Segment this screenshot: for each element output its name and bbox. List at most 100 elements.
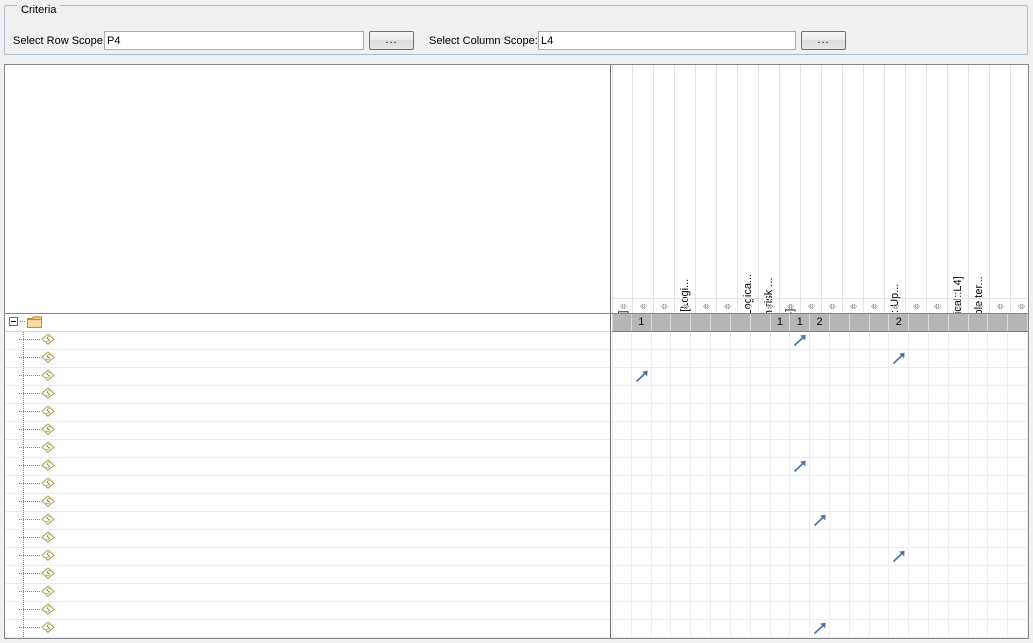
matrix-cell[interactable] [909, 512, 929, 529]
matrix-cell[interactable] [870, 566, 890, 583]
matrix-cell[interactable] [731, 422, 751, 439]
column-direction-arrows-icon[interactable] [738, 298, 759, 313]
matrix-cell[interactable] [810, 350, 830, 367]
column-direction-arrows-icon[interactable] [717, 298, 738, 313]
matrix-cell[interactable] [810, 368, 830, 385]
matrix-cell[interactable] [949, 602, 969, 619]
matrix-cell-relation[interactable] [810, 620, 830, 637]
matrix-cell[interactable] [850, 584, 870, 601]
matrix-cell[interactable] [751, 386, 771, 403]
matrix-cell[interactable] [790, 566, 810, 583]
matrix-cell[interactable] [790, 494, 810, 511]
matrix-cell[interactable] [691, 386, 711, 403]
matrix-cell[interactable] [929, 350, 949, 367]
matrix-cell-relation[interactable] [810, 512, 830, 529]
column-direction-arrows-icon[interactable] [990, 298, 1011, 313]
matrix-cell[interactable] [790, 422, 810, 439]
matrix-cell[interactable] [909, 476, 929, 493]
matrix-cell[interactable] [612, 404, 632, 421]
matrix-cell[interactable] [751, 566, 771, 583]
matrix-cell[interactable] [771, 512, 791, 529]
matrix-cell[interactable] [652, 476, 672, 493]
matrix-cell[interactable] [751, 494, 771, 511]
matrix-cell[interactable] [671, 332, 691, 349]
matrix-cell[interactable] [790, 386, 810, 403]
matrix-cell-relation[interactable] [790, 458, 810, 475]
matrix-cell[interactable] [771, 458, 791, 475]
matrix-cell[interactable] [830, 404, 850, 421]
matrix-cell[interactable] [850, 566, 870, 583]
matrix-cell[interactable] [751, 548, 771, 565]
matrix-cell[interactable] [889, 602, 909, 619]
matrix-cell[interactable] [652, 440, 672, 457]
matrix-cell[interactable] [830, 368, 850, 385]
matrix-cell[interactable] [850, 332, 870, 349]
matrix-column-header[interactable]: Provide Medical Assistance [Logical::L4] [780, 65, 801, 313]
matrix-cell[interactable] [850, 368, 870, 385]
matrix-cell[interactable] [731, 548, 751, 565]
matrix-cell[interactable] [949, 494, 969, 511]
column-direction-arrows-icon[interactable] [654, 298, 675, 313]
matrix-cell[interactable] [909, 566, 929, 583]
matrix-column-header[interactable]: Solve incidents in all areas of inhospit… [969, 65, 990, 313]
matrix-cell[interactable] [691, 584, 711, 601]
matrix-cell[interactable] [870, 332, 890, 349]
column-direction-arrows-icon[interactable] [675, 298, 696, 313]
matrix-cell[interactable] [790, 530, 810, 547]
matrix-cell[interactable] [691, 350, 711, 367]
matrix-cell[interactable] [850, 476, 870, 493]
matrix-cell[interactable] [711, 332, 731, 349]
matrix-cell[interactable] [1008, 386, 1028, 403]
matrix-cell[interactable] [969, 566, 989, 583]
matrix-cell[interactable] [691, 332, 711, 349]
matrix-column-header[interactable]: Solve incident involving chemicals [Logi… [948, 65, 969, 313]
matrix-cell[interactable] [929, 386, 949, 403]
matrix-cell[interactable] [810, 458, 830, 475]
matrix-cell[interactable] [612, 440, 632, 457]
row-scope-browse-button[interactable]: ... [369, 31, 414, 50]
matrix-cell[interactable] [870, 422, 890, 439]
matrix-cell[interactable] [771, 602, 791, 619]
matrix-cell[interactable] [1008, 332, 1028, 349]
matrix-cell[interactable] [969, 422, 989, 439]
matrix-cell[interactable] [691, 476, 711, 493]
matrix-cell[interactable] [810, 476, 830, 493]
matrix-cell[interactable] [969, 494, 989, 511]
matrix-cell[interactable] [751, 404, 771, 421]
matrix-cell[interactable] [771, 530, 791, 547]
matrix-cell[interactable] [1008, 566, 1028, 583]
matrix-cell[interactable] [929, 422, 949, 439]
matrix-cell[interactable] [691, 368, 711, 385]
matrix-cell[interactable] [988, 602, 1008, 619]
column-direction-arrows-icon[interactable] [613, 298, 633, 313]
matrix-cell[interactable] [949, 386, 969, 403]
matrix-cell[interactable] [850, 386, 870, 403]
matrix-cell[interactable] [790, 440, 810, 457]
matrix-cell[interactable] [731, 566, 751, 583]
column-direction-arrows-icon[interactable] [927, 298, 948, 313]
matrix-column-header[interactable]: Firefight [Logical::L4] [654, 65, 675, 313]
matrix-column-header[interactable]: Receive Distress Signal [Logical::L4] [801, 65, 822, 313]
matrix-cell[interactable] [612, 566, 632, 583]
matrix-cell[interactable] [929, 476, 949, 493]
column-direction-arrows-icon[interactable] [633, 298, 654, 313]
matrix-cell[interactable] [691, 548, 711, 565]
matrix-cell[interactable] [929, 494, 949, 511]
matrix-cell[interactable] [949, 620, 969, 637]
matrix-cell[interactable] [691, 494, 711, 511]
matrix-cell[interactable] [691, 620, 711, 637]
matrix-cell[interactable] [909, 494, 929, 511]
tree-row[interactable]: S [5, 548, 610, 566]
matrix-cell[interactable] [751, 458, 771, 475]
tree-root-row[interactable] [5, 314, 610, 332]
matrix-cell[interactable] [889, 566, 909, 583]
column-direction-arrows-icon[interactable] [885, 298, 906, 313]
matrix-cell[interactable] [751, 476, 771, 493]
matrix-cell[interactable] [612, 386, 632, 403]
matrix-cell[interactable] [790, 350, 810, 367]
matrix-cell[interactable] [731, 620, 751, 637]
matrix-cell[interactable] [949, 404, 969, 421]
matrix-cell[interactable] [909, 386, 929, 403]
matrix-cell[interactable] [949, 458, 969, 475]
matrix-column-header[interactable]: Investigate Reports Of MissingPersons [L… [675, 65, 696, 313]
